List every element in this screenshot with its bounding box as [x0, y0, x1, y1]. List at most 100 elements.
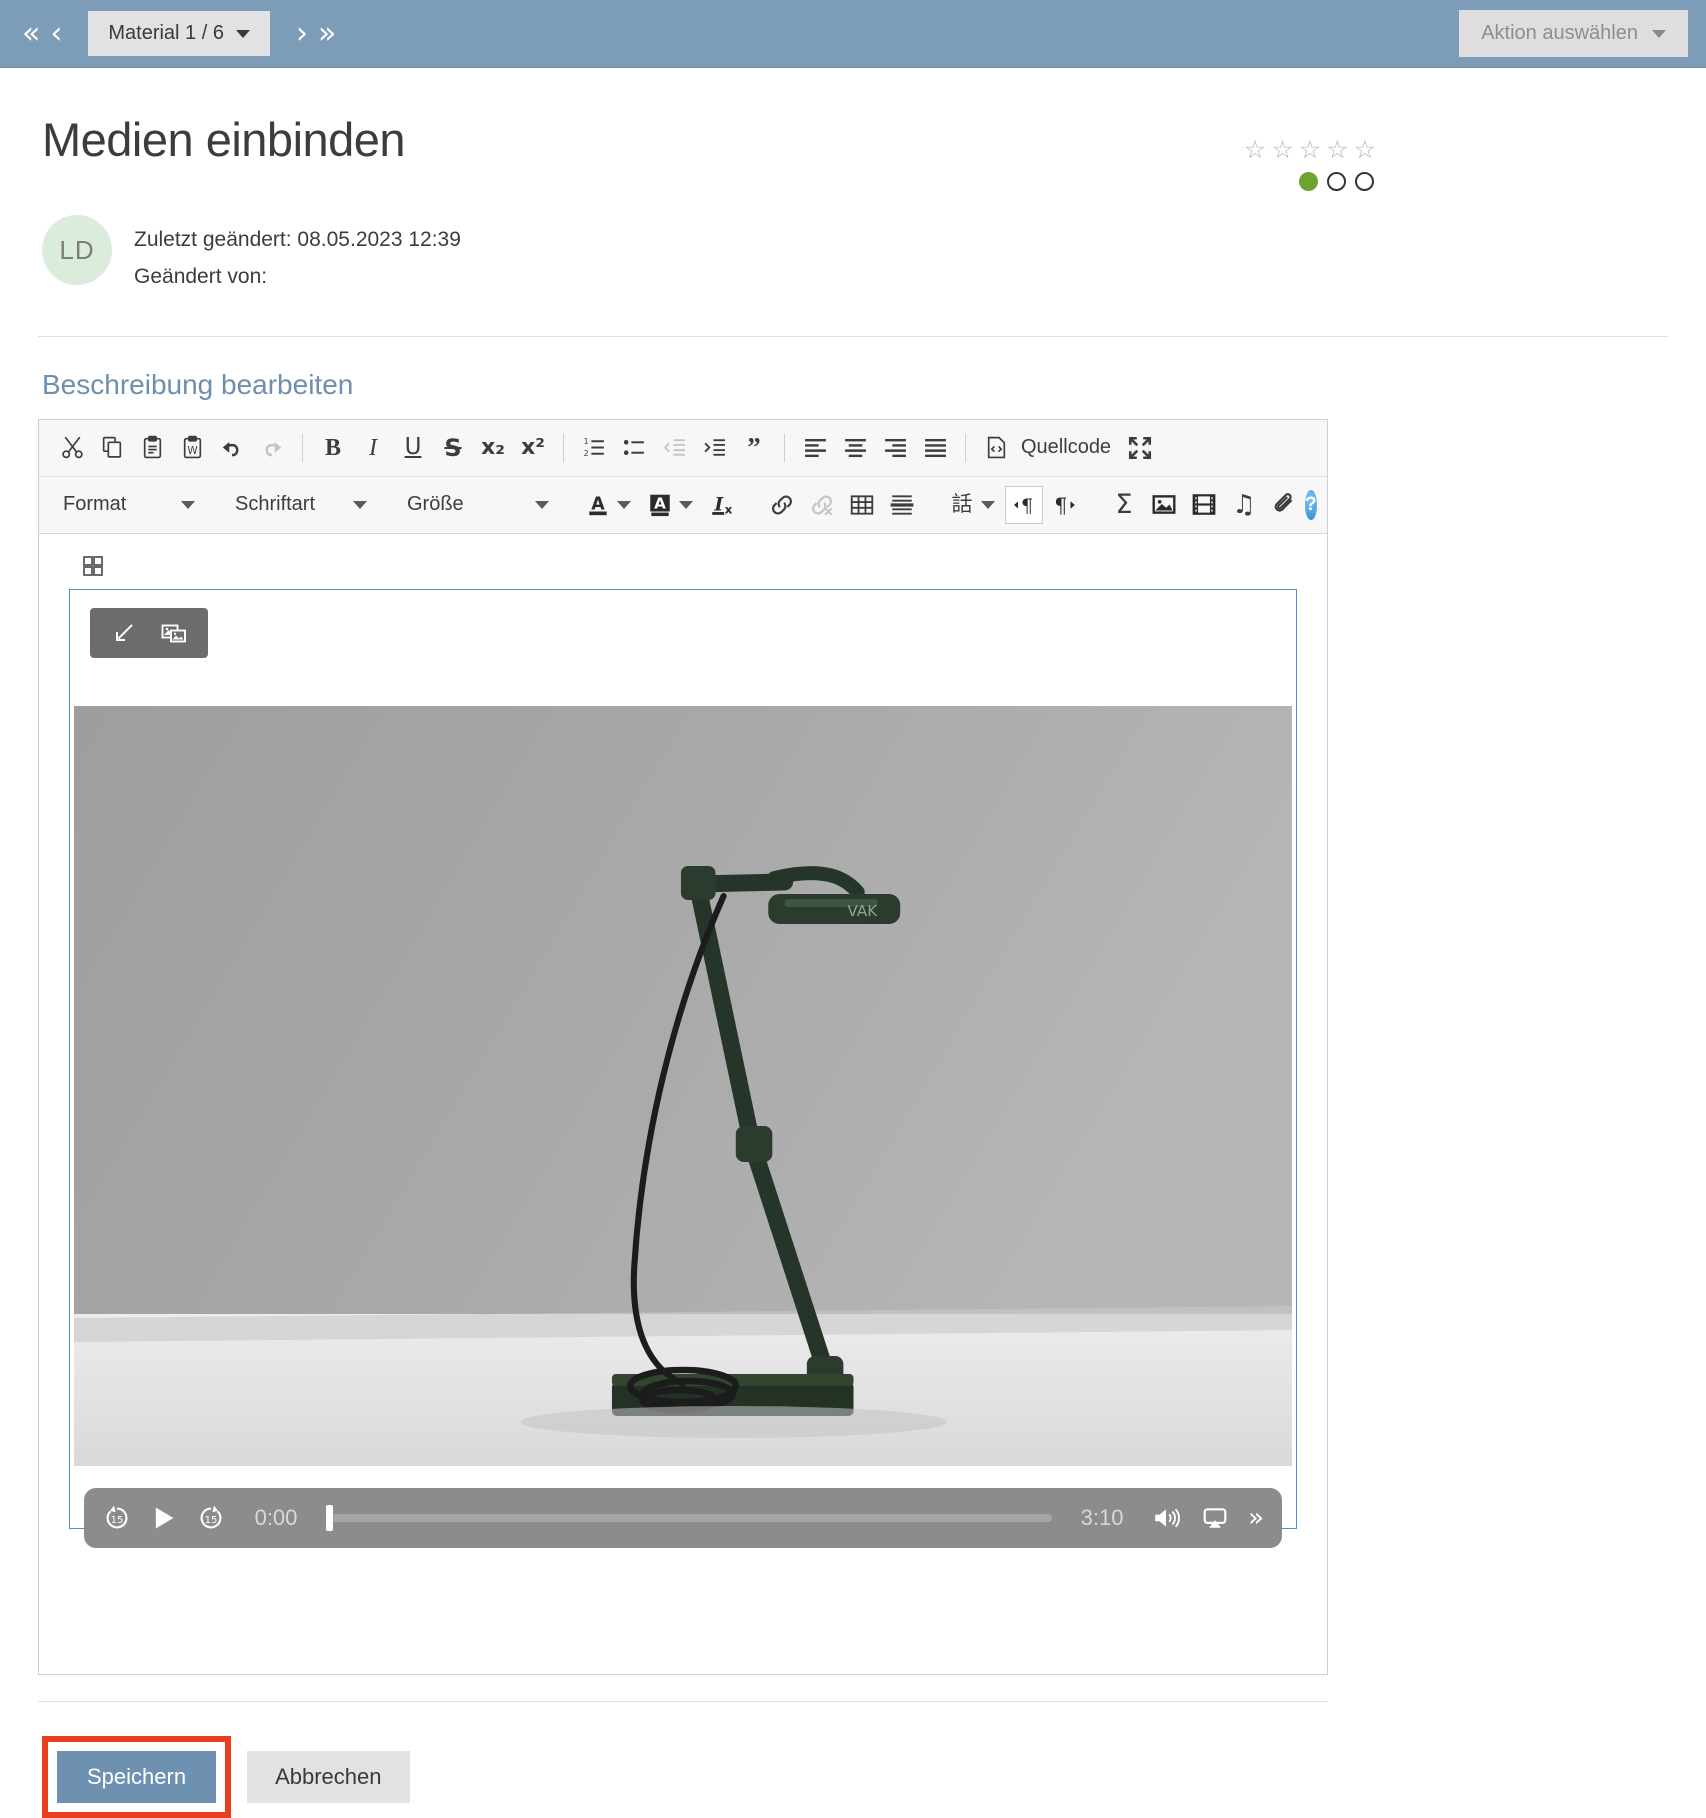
next-material-icon[interactable]: › [292, 17, 312, 51]
video-player[interactable]: VAK 15 15 0:00 3:10 » [74, 705, 1292, 1548]
superscript-icon[interactable]: x² [514, 429, 552, 467]
previous-material-icon[interactable]: ‹ [46, 17, 66, 51]
status-dot[interactable] [1355, 172, 1374, 191]
chevron-down-icon [1652, 29, 1666, 38]
align-left-icon[interactable] [796, 429, 834, 467]
star-icon[interactable]: ☆ [1326, 138, 1348, 163]
star-rating[interactable]: ☆ ☆ ☆ ☆ ☆ [1244, 138, 1376, 163]
avatar: LD [42, 215, 112, 285]
star-icon[interactable]: ☆ [1354, 138, 1376, 163]
page-title: Medien einbinden [42, 113, 406, 166]
editor-body[interactable]: VAK 15 15 0:00 3:10 » [39, 534, 1327, 1674]
chevron-down-icon[interactable] [617, 500, 631, 509]
section-title: Beschreibung bearbeiten [42, 368, 354, 400]
italic-icon[interactable]: I [354, 429, 392, 467]
save-button[interactable]: Speichern [57, 1750, 217, 1803]
table-handle-icon[interactable] [81, 554, 1327, 583]
chevron-down-icon[interactable] [981, 500, 995, 509]
help-icon[interactable]: ? [1305, 489, 1317, 520]
justify-icon[interactable] [916, 429, 954, 467]
status-dot-active[interactable] [1299, 172, 1318, 191]
audio-icon[interactable]: ♫ [1225, 486, 1263, 524]
text-color-icon[interactable]: A [579, 486, 617, 524]
bulleted-list-icon[interactable] [615, 429, 653, 467]
modified-by-text: Geändert von: [134, 264, 268, 288]
toolbar-separator [563, 433, 564, 462]
toolbar-separator [965, 433, 966, 462]
table-icon[interactable] [843, 486, 881, 524]
video-stage[interactable]: VAK [74, 705, 1292, 1466]
volume-icon[interactable] [1152, 1505, 1182, 1531]
player-controls: 15 15 0:00 3:10 » [84, 1487, 1282, 1548]
font-dropdown[interactable]: Schriftart [225, 486, 375, 524]
underline-icon[interactable]: U [394, 429, 432, 467]
resize-handle-icon[interactable] [102, 617, 146, 649]
formula-icon[interactable]: Σ [1105, 486, 1143, 524]
svg-text:¶: ¶ [1021, 495, 1033, 517]
status-dot[interactable] [1327, 172, 1346, 191]
chevron-down-icon [535, 500, 549, 509]
paste-icon[interactable] [133, 429, 171, 467]
image-icon[interactable] [1145, 486, 1183, 524]
link-icon[interactable] [763, 486, 801, 524]
action-select-button[interactable]: Aktion auswählen [1459, 10, 1688, 57]
meta-row: LD Zuletzt geändert: 08.05.2023 12:39 Ge… [42, 215, 1668, 296]
redo-icon[interactable] [253, 429, 291, 467]
maximize-icon[interactable] [1121, 429, 1159, 467]
source-code-icon[interactable] [977, 429, 1015, 467]
indent-icon[interactable] [695, 429, 733, 467]
last-material-icon[interactable]: » [314, 17, 340, 51]
strikethrough-icon[interactable]: S [434, 429, 472, 467]
play-icon[interactable] [150, 1504, 178, 1532]
paste-from-word-icon[interactable]: W [173, 429, 211, 467]
toolbar-separator [302, 433, 303, 462]
chevron-down-icon[interactable] [679, 500, 693, 509]
star-icon[interactable]: ☆ [1244, 138, 1266, 163]
size-dropdown[interactable]: Größe [397, 486, 557, 524]
footer-divider [38, 1700, 1328, 1702]
svg-text:A: A [654, 494, 666, 512]
image-properties-icon[interactable] [152, 617, 196, 649]
svg-text:W: W [187, 445, 197, 457]
media-widget[interactable]: VAK 15 15 0:00 3:10 » [69, 588, 1297, 1548]
cancel-button[interactable]: Abbrechen [247, 1750, 410, 1803]
subscript-icon[interactable]: x₂ [474, 429, 512, 467]
progress-scrubber[interactable] [326, 1504, 1053, 1531]
numbered-list-icon[interactable]: 1 2 [575, 429, 613, 467]
attachment-icon[interactable] [1265, 486, 1303, 524]
copy-icon[interactable] [93, 429, 131, 467]
editor-toolbar-row-2: Format Schriftart Größe A A I x 話 ¶ ¶ Σ … [39, 476, 1327, 534]
unlink-icon[interactable] [803, 486, 841, 524]
language-icon[interactable]: 話 [943, 486, 981, 524]
material-selector-button[interactable]: Material 1 / 6 [88, 11, 270, 56]
background-color-icon[interactable]: A [641, 486, 679, 524]
cut-icon[interactable] [53, 429, 91, 467]
forward-15-icon[interactable]: 15 [196, 1503, 226, 1533]
format-dropdown[interactable]: Format [53, 486, 203, 524]
text-direction-ltr-icon[interactable]: ¶ [1005, 485, 1043, 524]
rewind-15-icon[interactable]: 15 [102, 1503, 132, 1533]
star-icon[interactable]: ☆ [1299, 138, 1321, 163]
align-right-icon[interactable] [876, 429, 914, 467]
more-chevrons-icon[interactable]: » [1248, 1503, 1264, 1533]
footer-actions: Speichern Abbrechen [42, 1735, 1668, 1818]
svg-text:VAK: VAK [847, 902, 878, 920]
star-icon[interactable]: ☆ [1271, 138, 1293, 163]
airplay-icon[interactable] [1200, 1505, 1230, 1531]
scrubber-knob[interactable] [326, 1504, 333, 1531]
horizontal-rule-icon[interactable] [883, 486, 921, 524]
video-poster-frame: VAK [74, 705, 1292, 1466]
outdent-icon[interactable] [655, 429, 693, 467]
source-code-label[interactable]: Quellcode [1017, 436, 1119, 459]
svg-text:A: A [591, 494, 605, 514]
first-material-icon[interactable]: « [18, 17, 44, 51]
undo-icon[interactable] [213, 429, 251, 467]
text-direction-rtl-icon[interactable]: ¶ [1045, 486, 1083, 524]
video-icon[interactable] [1185, 486, 1223, 524]
align-center-icon[interactable] [836, 429, 874, 467]
chevron-down-icon [235, 29, 250, 38]
bold-icon[interactable]: B [314, 429, 352, 467]
meta-text: Zuletzt geändert: 08.05.2023 12:39 Geänd… [134, 215, 461, 296]
remove-format-icon[interactable]: I x [703, 486, 741, 524]
blockquote-icon[interactable]: ” [735, 429, 773, 467]
